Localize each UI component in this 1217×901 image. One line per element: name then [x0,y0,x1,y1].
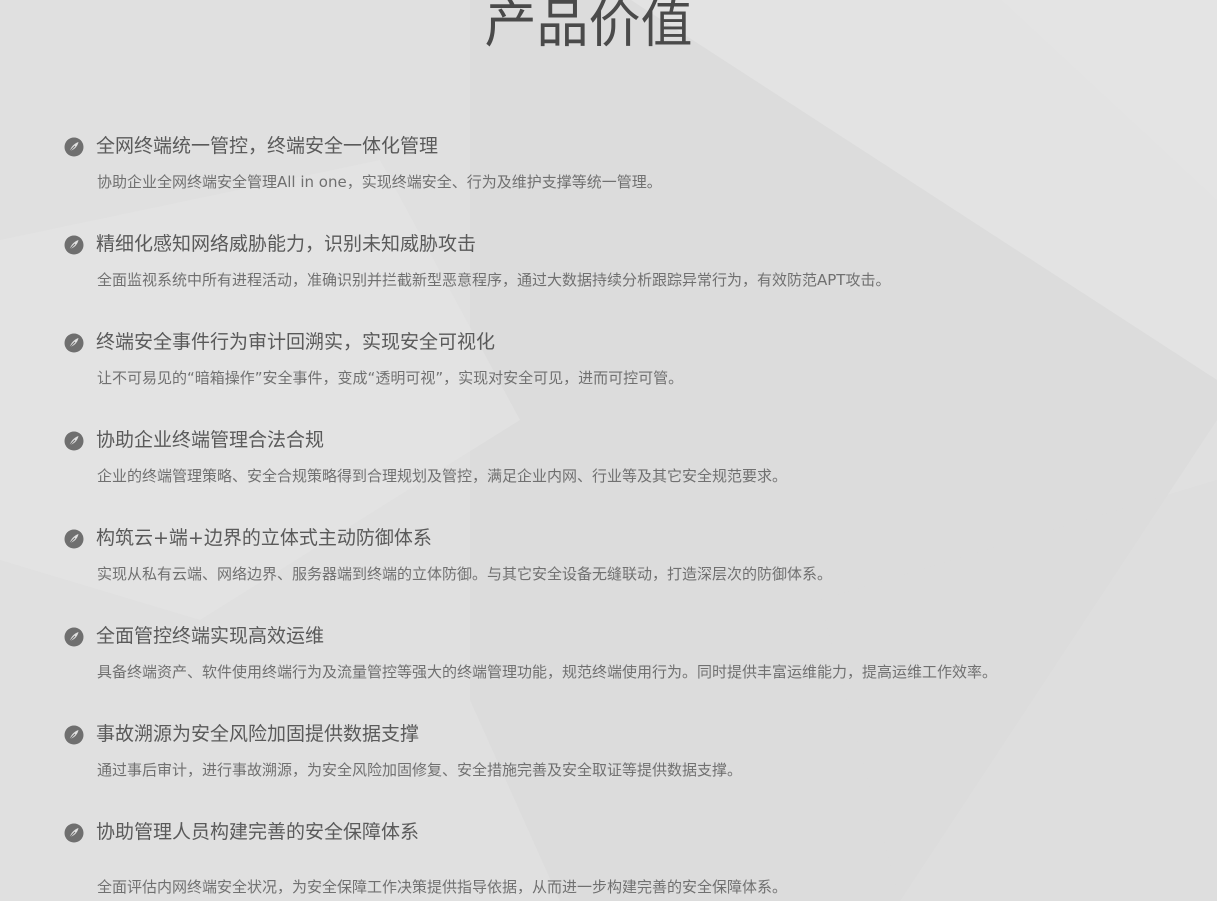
product-value-page: 产品价值 全网终端统一管控，终端安全一体化管理 协助企业全网终端安全管理All … [0,0,1217,901]
item-heading: 精细化感知网络威胁能力，识别未知威胁攻击 [96,233,477,255]
item-description: 企业的终端管理策略、安全合规策略得到合理规划及管控，满足企业内网、行业等及其它安… [97,467,788,485]
leaf-icon [64,431,84,451]
leaf-icon [64,627,84,647]
item-heading: 协助管理人员构建完善的安全保障体系 [96,821,420,843]
leaf-icon [64,235,84,255]
item-description: 全面评估内网终端安全状况，为安全保障工作决策提供指导依据，从而进一步构建完善的安… [97,878,788,896]
leaf-icon [64,137,84,157]
item-heading: 事故溯源为安全风险加固提供数据支撑 [96,723,420,745]
leaf-icon [64,823,84,843]
item-heading: 终端安全事件行为审计回溯实，实现安全可视化 [96,331,496,353]
leaf-icon [64,725,84,745]
leaf-icon [64,333,84,353]
leaf-icon [64,529,84,549]
item-description: 全面监视系统中所有进程活动，准确识别并拦截新型恶意程序，通过大数据持续分析跟踪异… [97,271,891,289]
item-heading: 全面管控终端实现高效运维 [96,625,325,647]
item-heading: 全网终端统一管控，终端安全一体化管理 [96,135,439,157]
item-description: 具备终端资产、软件使用终端行为及流量管控等强大的终端管理功能，规范终端使用行为。… [97,663,998,681]
item-description: 让不可易见的“暗箱操作”安全事件，变成“透明可视”，实现对安全可见，进而可控可管… [97,369,684,387]
item-description: 协助企业全网终端安全管理All in one，实现终端安全、行为及维护支撑等统一… [97,173,662,191]
value-list: 全网终端统一管控，终端安全一体化管理 协助企业全网终端安全管理All in on… [0,0,1217,901]
item-heading: 协助企业终端管理合法合规 [96,429,325,451]
item-description: 通过事后审计，进行事故溯源，为安全风险加固修复、安全措施完善及安全取证等提供数据… [97,761,743,779]
item-description: 实现从私有云端、网络边界、服务器端到终端的立体防御。与其它安全设备无缝联动，打造… [97,565,833,583]
item-heading: 构筑云+端+边界的立体式主动防御体系 [96,527,432,549]
